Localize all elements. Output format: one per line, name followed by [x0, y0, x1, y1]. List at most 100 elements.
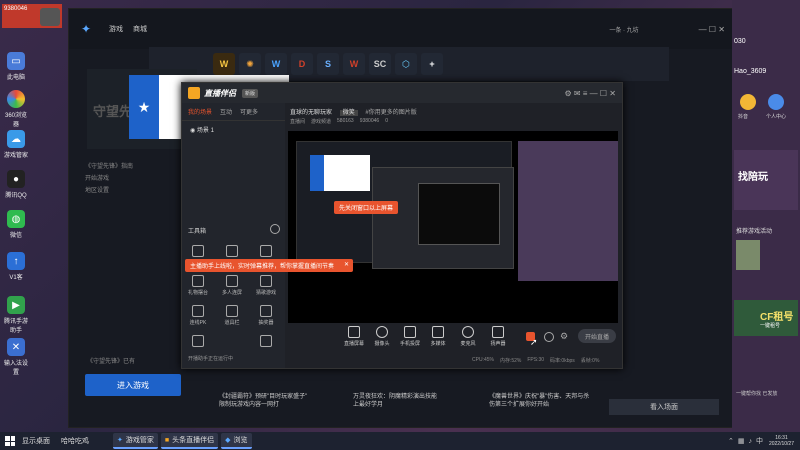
tool-extra-2[interactable]	[254, 335, 278, 349]
taskbar-chicken[interactable]: 哈哈吃鸡	[57, 434, 93, 448]
tab-games[interactable]: 游戏	[109, 24, 123, 34]
tool-label: 礼物摆台	[187, 290, 208, 296]
tray-network-icon[interactable]: ▦	[738, 437, 745, 445]
tool-room[interactable]: 连线PK	[186, 305, 210, 326]
btn-phone-cast[interactable]: 手机投屏	[398, 326, 422, 347]
toast-close-icon[interactable]: ✕	[344, 261, 349, 268]
desktop-icon-browser[interactable]: 360浏览器	[3, 90, 29, 128]
desktop-icon-qq[interactable]: ● 腾讯QQ	[3, 170, 29, 199]
taskbar-streamer[interactable]: ■ 头条直播伴侣	[160, 433, 219, 449]
tool-lottery[interactable]: 猜歌游戏	[254, 275, 278, 296]
btn-mic[interactable]: 麦克风	[456, 326, 480, 347]
game-tab-diablo[interactable]: D	[291, 53, 313, 75]
tab-more[interactable]: 可更多	[240, 107, 258, 116]
side-item[interactable]: 《守望先锋》指南	[85, 161, 133, 173]
start-live-button[interactable]: 开始直播	[578, 329, 616, 343]
btn-screen[interactable]: 直播屏幕	[342, 326, 366, 347]
user-name[interactable]: 一条 · 九坊	[609, 25, 638, 34]
window-controls[interactable]: — ☐ ✕	[699, 25, 725, 34]
desktop-icon-cloud[interactable]: ☁ 游戏管家	[3, 130, 29, 159]
tray-volume-icon[interactable]: ♪	[748, 438, 752, 445]
tool-icon	[260, 335, 272, 347]
btn-label: 手机投屏	[399, 341, 420, 347]
btn-label: 麦克风	[460, 341, 476, 347]
taskbar: 显示桌面 哈哈吃鸡 ✦ 游戏管家 ■ 头条直播伴侣 ◆ 浏览 ⌃ ▦ ♪ 中 16:3…	[0, 432, 800, 450]
assistant-toast[interactable]: 主播助手上线啦，实时弹幕推荐，帮你掌握直播间节奏 ✕	[185, 259, 353, 272]
tab-interact[interactable]: 互动	[220, 107, 232, 116]
desktop-icon-label: 此电脑	[6, 75, 25, 81]
room-title[interactable]: 直球的无聊玩家	[290, 110, 332, 116]
tool-extra-1[interactable]	[186, 335, 210, 349]
status-item: FPS:30	[527, 357, 545, 363]
tools-add-icon[interactable]	[270, 224, 280, 234]
promo-cf-title: CF租号	[760, 312, 794, 323]
streamer-titlebar: 直播伴侣 新版 ⚙ ✉ ≡ — ☐ ✕	[182, 83, 622, 103]
side-item[interactable]: 地区设置	[85, 185, 133, 197]
tray-icons: ⌃ ▦ ♪ 中	[728, 436, 763, 446]
status-item: 码率:0kbps	[550, 358, 575, 364]
game-tab-warcraft3[interactable]: W	[343, 53, 365, 75]
desktop-icon-computer[interactable]: ▭ 此电脑	[3, 52, 29, 81]
btn-speaker[interactable]: 扬声器	[486, 326, 510, 347]
news-item-1[interactable]: 《封疆霸符》预研"目时玩家盛子" 限制玩游戏内容一网打	[219, 393, 339, 409]
game-tab-hex[interactable]: ⬡	[395, 53, 417, 75]
start-icon[interactable]	[5, 436, 15, 446]
tray-lang[interactable]: 中	[756, 436, 763, 446]
promo-peiwan[interactable]: 找陪玩	[734, 150, 798, 210]
news-item-2[interactable]: 万灵夜狂欢：阴魔精彩演出技能 上最好学月	[353, 393, 473, 409]
taskbar-browser[interactable]: ◆ 浏览	[221, 433, 252, 449]
room-tag[interactable]: 微笑	[339, 110, 358, 116]
tool-multi[interactable]	[220, 245, 244, 259]
desktop-icon-label: 微信	[9, 233, 22, 239]
game-tab-warcraft[interactable]: W	[265, 53, 287, 75]
mic-icon	[462, 326, 474, 338]
side-item[interactable]: 开始游戏	[85, 173, 133, 185]
battlenet-logo-icon[interactable]: ✦	[81, 22, 95, 36]
profile-avatar[interactable]	[768, 94, 784, 110]
settings-gear-icon[interactable]: ⚙	[560, 331, 568, 342]
tool-settings[interactable]: 抽奖器	[254, 305, 278, 326]
tool-activity[interactable]: 道具栏	[220, 305, 244, 326]
tool-song[interactable]	[254, 245, 278, 259]
game-tab-wow[interactable]: W	[213, 53, 235, 75]
enter-button[interactable]: 看入场面	[609, 399, 719, 415]
preview-toast: 先关闭窗口以上屏幕	[334, 201, 399, 214]
tool-gift[interactable]	[186, 245, 210, 259]
preview-inner-banner	[310, 155, 370, 191]
news-item-3[interactable]: 《魔兽世界》庆祝"暴"伤害、天邦与杀 伤第三个扩展你好开始	[489, 393, 609, 409]
btn-media[interactable]: 多媒体	[426, 326, 450, 347]
game-tab-hearthstone[interactable]: ✺	[239, 53, 261, 75]
scene-item[interactable]: ◉ 场景 1	[182, 121, 285, 138]
qq-icon: ●	[7, 170, 25, 188]
btn-camera[interactable]: 摄像头	[370, 326, 394, 347]
tray-up-icon[interactable]: ⌃	[728, 437, 734, 445]
desktop-icon-tools[interactable]: ✕ 输入法设置	[3, 338, 29, 376]
add-game-icon[interactable]: +	[421, 53, 443, 75]
promo-cf-sub: 一键租号	[760, 323, 781, 329]
tool-icon	[192, 335, 204, 347]
desktop-icon-upload[interactable]: ↑ V1客	[3, 252, 29, 281]
info-icon[interactable]	[544, 332, 554, 342]
tab-scene[interactable]: 我的场景	[188, 107, 212, 116]
game-tab-sc[interactable]: SC	[369, 53, 391, 75]
btn-label: 扬声器	[490, 341, 506, 347]
preview-inner-streamer-2	[418, 183, 500, 245]
douyin-avatar[interactable]	[740, 94, 756, 110]
tab-shop[interactable]: 商城	[133, 24, 147, 34]
right-label: 个人中心	[766, 114, 787, 120]
desktop-icon-play[interactable]: ▶ 腾讯手游助手	[3, 296, 29, 334]
game-thumb[interactable]	[736, 240, 760, 270]
desktop-icon-wechat[interactable]: ◍ 微信	[3, 210, 29, 239]
clock[interactable]: 16:31 2022/10/27	[769, 435, 794, 447]
streamer-window-controls[interactable]: ⚙ ✉ ≡ — ☐ ✕	[564, 89, 616, 98]
promo-cf[interactable]: CF租号 一键租号	[734, 300, 798, 336]
tool-props[interactable]: 多人连屏	[220, 275, 244, 296]
game-tab-starcraft[interactable]: S	[317, 53, 339, 75]
taskbar-game-manager[interactable]: ✦ 游戏管家	[113, 433, 158, 449]
desktop-notify[interactable]	[40, 8, 60, 26]
tool-pk[interactable]: 礼物摆台	[186, 275, 210, 296]
streamer-footer: 开播助手正在运行中	[188, 356, 234, 362]
right-id: 030	[734, 38, 746, 45]
taskbar-show-desktop[interactable]: 显示桌面	[18, 434, 54, 448]
launch-button[interactable]: 进入游戏	[85, 374, 181, 396]
